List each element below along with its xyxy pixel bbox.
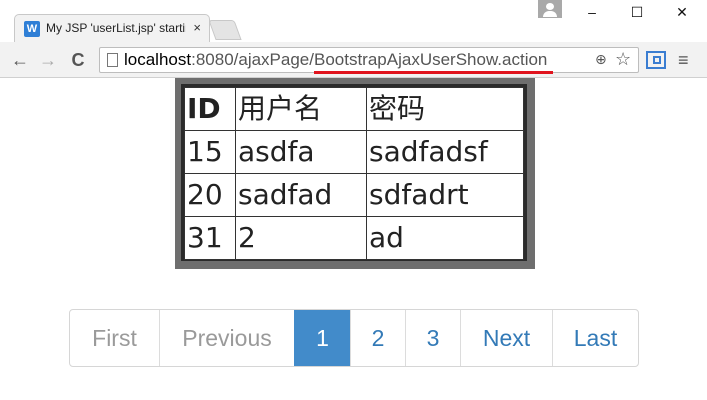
browser-tab[interactable]: W My JSP 'userList.jsp' starting page ×: [14, 14, 210, 42]
header-username: 用户名: [235, 87, 367, 131]
last-page-button[interactable]: Last: [552, 310, 638, 366]
cell-username: asdfa: [235, 130, 367, 174]
next-page-button[interactable]: Next: [460, 310, 552, 366]
url-text[interactable]: localhost:8080/ajaxPage/BootstrapAjaxUse…: [124, 51, 547, 69]
reload-icon[interactable]: C: [68, 50, 88, 70]
url-path: :8080/ajaxPage/BootstrapAjaxUserShow.act…: [191, 50, 548, 69]
user-table: ID 用户名 密码 15 asdfa sadfadsf 20 sadfad sd…: [184, 87, 524, 260]
profile-body: [543, 11, 557, 17]
table-header-row: ID 用户名 密码: [184, 87, 524, 131]
header-id: ID: [184, 87, 236, 131]
cell-id: 20: [184, 173, 236, 217]
maximize-button[interactable]: ☐: [622, 2, 652, 22]
cell-id: 31: [184, 216, 236, 260]
tab-title: My JSP 'userList.jsp' starting page: [46, 21, 186, 35]
url-host: localhost: [124, 50, 192, 69]
table-row: 15 asdfa sadfadsf: [184, 130, 524, 174]
page-content: ID 用户名 密码 15 asdfa sadfadsf 20 sadfad sd…: [0, 78, 707, 400]
page-2-button[interactable]: 2: [350, 310, 405, 366]
cell-password: ad: [366, 216, 524, 260]
red-underline-annotation: [314, 71, 553, 74]
page-3-button[interactable]: 3: [405, 310, 460, 366]
pagination: First Previous 1 2 3 Next Last: [69, 309, 639, 367]
favicon-icon: W: [24, 21, 40, 37]
first-page-button[interactable]: First: [70, 310, 159, 366]
cell-id: 15: [184, 130, 236, 174]
star-icon[interactable]: ☆: [615, 49, 631, 70]
profile-head: [546, 3, 554, 10]
extension-icon[interactable]: [646, 51, 666, 69]
title-bar: W My JSP 'userList.jsp' starting page × …: [0, 0, 707, 42]
browser-toolbar: ← → C localhost:8080/ajaxPage/BootstrapA…: [0, 42, 707, 78]
table-frame: ID 用户名 密码 15 asdfa sadfadsf 20 sadfad sd…: [175, 78, 535, 269]
page-icon: [107, 53, 118, 67]
forward-icon[interactable]: →: [38, 50, 58, 70]
table-row: 31 2 ad: [184, 216, 524, 260]
cell-username: sadfad: [235, 173, 367, 217]
back-icon[interactable]: ←: [10, 50, 30, 70]
previous-page-button[interactable]: Previous: [159, 310, 294, 366]
menu-icon[interactable]: ≡: [678, 50, 689, 70]
minimize-button[interactable]: –: [577, 2, 607, 22]
profile-icon[interactable]: [538, 0, 562, 18]
cell-password: sdfadrt: [366, 173, 524, 217]
zoom-icon[interactable]: ⊕: [595, 51, 607, 68]
close-icon[interactable]: ×: [193, 20, 201, 36]
cell-password: sadfadsf: [366, 130, 524, 174]
address-bar[interactable]: localhost:8080/ajaxPage/BootstrapAjaxUse…: [99, 47, 639, 74]
table-row: 20 sadfad sdfadrt: [184, 173, 524, 217]
window-close-button[interactable]: ✕: [667, 2, 697, 22]
cell-username: 2: [235, 216, 367, 260]
table-border: ID 用户名 密码 15 asdfa sadfadsf 20 sadfad sd…: [181, 84, 527, 261]
new-tab-button[interactable]: [208, 20, 242, 40]
page-1-button[interactable]: 1: [294, 310, 350, 366]
header-password: 密码: [366, 87, 524, 131]
